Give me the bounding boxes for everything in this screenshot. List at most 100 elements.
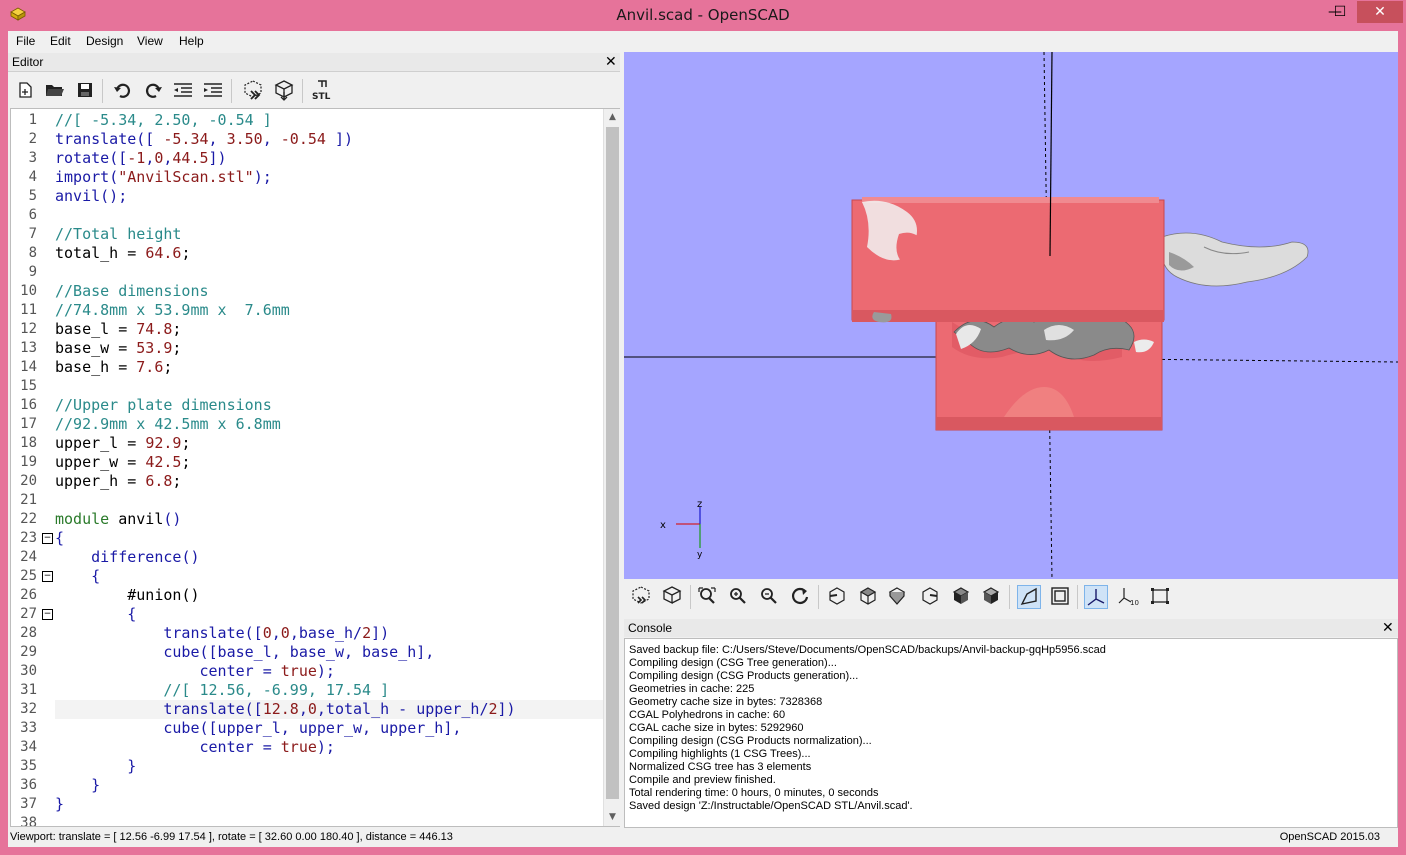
view-bottom-icon[interactable] (886, 585, 908, 607)
code-token: ; (181, 244, 191, 262)
3d-scene[interactable]: x z y (624, 52, 1398, 579)
render-icon[interactable] (273, 79, 295, 101)
code-token: import (55, 168, 110, 186)
open-file-icon[interactable] (44, 79, 66, 101)
line-number: 33 (20, 720, 37, 736)
export-stl-icon[interactable]: STL (311, 79, 333, 101)
show-scale-icon[interactable]: 10 (1118, 585, 1140, 607)
code-line[interactable]: #union() (55, 586, 199, 605)
view-top-icon[interactable] (857, 585, 879, 607)
new-file-icon[interactable] (14, 79, 36, 101)
code-line[interactable]: rotate([-1,0,44.5]) (55, 149, 227, 168)
view-right-icon[interactable] (826, 585, 848, 607)
code-editor[interactable]: 1 2 3 4 5 6 7 8 9 10 11 12 13 14 15 16 17 18 19 20 21 22 23−24… (10, 108, 622, 827)
menu-view[interactable]: View (137, 34, 163, 48)
unindent-icon[interactable] (172, 79, 194, 101)
code-line[interactable]: cube([base_l, base_w, base_h], (55, 643, 434, 662)
editor-close-button[interactable]: ✕ (605, 54, 617, 70)
code-token: #union (55, 586, 182, 604)
line-number: 17 (20, 416, 37, 432)
code-token: ([ (244, 700, 263, 718)
preview-icon[interactable] (242, 79, 264, 101)
code-token: ]) (497, 700, 516, 718)
code-line[interactable]: translate([ -5.34, 3.50, -0.54 ]) (55, 130, 353, 149)
orthogonal-icon[interactable] (1049, 585, 1071, 607)
console-close-button[interactable]: ✕ (1382, 620, 1394, 636)
code-line[interactable]: { (55, 529, 64, 548)
code-line[interactable]: translate([0,0,base_h/2]) (55, 624, 389, 643)
close-window-button[interactable]: ✕ (1357, 1, 1403, 23)
render-icon[interactable] (661, 585, 683, 607)
scroll-up-arrow[interactable]: ▲ (604, 109, 621, 125)
code-token: { (55, 605, 137, 623)
zoom-out-icon[interactable] (758, 585, 780, 607)
code-line[interactable]: } (55, 757, 136, 776)
code-line[interactable]: base_w = 53.9; (55, 339, 181, 358)
line-number: 13 (20, 340, 37, 356)
menu-edit[interactable]: Edit (50, 34, 71, 48)
code-line[interactable]: base_l = 74.8; (55, 320, 181, 339)
code-line[interactable]: upper_w = 42.5; (55, 453, 190, 472)
code-line[interactable]: } (55, 795, 64, 814)
code-line[interactable]: //92.9mm x 42.5mm x 6.8mm (55, 415, 281, 434)
code-line[interactable]: { (55, 605, 136, 624)
code-line[interactable]: //Upper plate dimensions (55, 396, 272, 415)
code-line[interactable]: //Base dimensions (55, 282, 209, 301)
code-line[interactable]: //74.8mm x 53.9mm x 7.6mm (55, 301, 290, 320)
console-line: Compiling design (CSG Products normaliza… (629, 735, 872, 747)
line-number: 24 (20, 549, 37, 565)
editor-scrollbar[interactable]: ▲ ▼ (603, 109, 621, 826)
code-line[interactable]: //[ -5.34, 2.50, -0.54 ] (55, 111, 272, 130)
code-line[interactable]: module anvil() (55, 510, 181, 529)
code-token: ([ (136, 130, 164, 148)
menu-help[interactable]: Help (179, 34, 204, 48)
window-title: Anvil.scad - OpenSCAD (616, 6, 790, 24)
maximize-button[interactable]: ☐ (1327, 1, 1353, 23)
view-back-icon[interactable] (980, 585, 1002, 607)
code-line[interactable]: base_h = 7.6; (55, 358, 172, 377)
code-line[interactable]: difference() (55, 548, 199, 567)
undo-icon[interactable] (112, 79, 134, 101)
fold-toggle-icon[interactable]: − (42, 609, 53, 620)
save-icon[interactable] (74, 79, 96, 101)
line-number: 4 (28, 169, 37, 185)
console-output[interactable]: Saved backup file: C:/Users/Steve/Docume… (624, 638, 1398, 828)
scrollbar-thumb[interactable] (606, 127, 619, 799)
show-axes-icon[interactable] (1084, 585, 1108, 609)
scroll-down-arrow[interactable]: ▼ (604, 809, 621, 825)
view-all-icon[interactable] (696, 585, 718, 607)
code-line[interactable]: //[ 12.56, -6.99, 17.54 ] (55, 681, 389, 700)
console-line: Compiling highlights (1 CSG Trees)... (629, 748, 811, 760)
code-line[interactable]: import("AnvilScan.stl"); (55, 168, 272, 187)
view-left-icon[interactable] (919, 585, 941, 607)
code-line[interactable]: cube([upper_l, upper_w, upper_h], (55, 719, 461, 738)
code-line[interactable]: total_h = 64.6; (55, 244, 190, 263)
code-line[interactable]: { (55, 567, 100, 586)
code-line[interactable]: anvil(); (55, 187, 127, 206)
code-token: 0 (280, 624, 290, 642)
code-line[interactable]: } (55, 776, 100, 795)
console-line: Geometry cache size in bytes: 7328368 (629, 696, 823, 708)
line-number: 11 (20, 302, 37, 318)
show-edges-icon[interactable] (1149, 585, 1171, 607)
code-line[interactable]: //Total height (55, 225, 181, 244)
fold-toggle-icon[interactable]: − (42, 533, 53, 544)
code-line[interactable]: center = true); (55, 738, 335, 757)
code-line[interactable]: upper_h = 6.8; (55, 472, 181, 491)
zoom-in-icon[interactable] (727, 585, 749, 607)
fold-toggle-icon[interactable]: − (42, 571, 53, 582)
code-line[interactable]: center = true); (55, 662, 334, 681)
view-front-icon[interactable] (950, 585, 972, 607)
preview-icon[interactable] (630, 585, 652, 607)
reset-view-icon[interactable] (789, 585, 811, 607)
menu-file[interactable]: File (16, 34, 35, 48)
code-token: ); (316, 738, 335, 756)
indent-icon[interactable] (202, 79, 224, 101)
code-line[interactable]: translate([12.8,0,total_h - upper_h/2]) (55, 700, 516, 719)
3d-viewport[interactable]: x z y (624, 52, 1398, 579)
code-token: anvil (109, 510, 164, 528)
code-line[interactable]: upper_l = 92.9; (55, 434, 190, 453)
perspective-icon[interactable] (1017, 585, 1041, 609)
menu-design[interactable]: Design (86, 34, 123, 48)
redo-icon[interactable] (142, 79, 164, 101)
